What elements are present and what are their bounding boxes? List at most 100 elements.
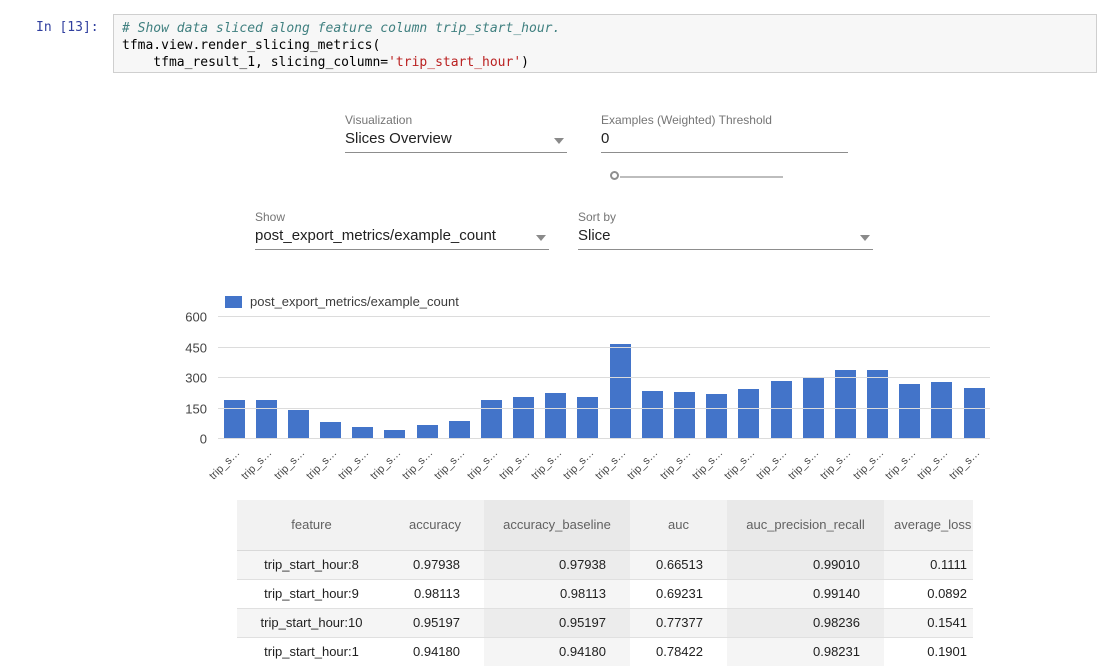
bar-slot: trip_s… — [636, 317, 668, 439]
table-row[interactable]: trip_start_hour:90.981130.981130.692310.… — [237, 579, 973, 608]
y-tick-label: 0 — [200, 432, 207, 447]
metric-cell: 0.97938 — [484, 550, 630, 579]
code-editor[interactable]: # Show data sliced along feature column … — [122, 20, 1088, 71]
sort-by-value: Slice — [578, 227, 611, 244]
x-tick-label: trip_s… — [529, 447, 564, 482]
gridline — [218, 316, 990, 317]
chevron-down-icon[interactable] — [536, 235, 546, 241]
gridline — [218, 347, 990, 348]
bar[interactable] — [256, 400, 277, 439]
bar-slot: trip_s… — [508, 317, 540, 439]
feature-cell: trip_start_hour:8 — [237, 550, 386, 579]
metric-cell: 0.98231 — [727, 637, 884, 666]
chevron-down-icon[interactable] — [860, 235, 870, 241]
show-metric-dropdown[interactable]: post_export_metrics/example_count — [255, 226, 549, 250]
gridline — [218, 377, 990, 378]
x-tick-label: trip_s… — [465, 447, 500, 482]
table-row[interactable]: trip_start_hour:10.941800.941800.784220.… — [237, 637, 973, 666]
visualization-label: Visualization — [345, 113, 412, 127]
x-tick-label: trip_s… — [336, 447, 371, 482]
table-row[interactable]: trip_start_hour:80.979380.979380.665130.… — [237, 550, 973, 579]
metric-cell: 0.69231 — [630, 579, 727, 608]
x-tick-label: trip_s… — [593, 447, 628, 482]
metric-cell: 0.98236 — [727, 608, 884, 637]
bar-slot: trip_s… — [411, 317, 443, 439]
y-tick-label: 150 — [185, 401, 207, 416]
cell-prompt: In [13]: — [36, 20, 99, 35]
bar-slot: trip_s… — [733, 317, 765, 439]
bar[interactable] — [964, 388, 985, 439]
feature-cell: trip_start_hour:9 — [237, 579, 386, 608]
x-tick-label: trip_s… — [819, 447, 854, 482]
bar-slot: trip_s… — [475, 317, 507, 439]
x-tick-label: trip_s… — [658, 447, 693, 482]
y-tick-label: 600 — [185, 310, 207, 325]
feature-cell: trip_start_hour:1 — [237, 637, 386, 666]
x-tick-label: trip_s… — [690, 447, 725, 482]
threshold-label: Examples (Weighted) Threshold — [601, 113, 772, 127]
bar[interactable] — [481, 400, 502, 439]
column-header[interactable]: auc — [630, 500, 727, 550]
x-tick-label: trip_s… — [626, 447, 661, 482]
threshold-slider[interactable] — [610, 170, 783, 184]
bar[interactable] — [674, 392, 695, 439]
metric-cell: 0.98113 — [484, 579, 630, 608]
bar[interactable] — [320, 422, 341, 439]
bar[interactable] — [706, 394, 727, 439]
metric-cell: 0.77377 — [630, 608, 727, 637]
bar-slot: trip_s… — [250, 317, 282, 439]
visualization-dropdown[interactable]: Slices Overview — [345, 129, 567, 153]
feature-cell: trip_start_hour:10 — [237, 608, 386, 637]
chevron-down-icon[interactable] — [554, 138, 564, 144]
slider-knob[interactable] — [610, 171, 619, 180]
y-tick-label: 300 — [185, 371, 207, 386]
legend-swatch — [225, 296, 242, 308]
sort-by-label: Sort by — [578, 210, 616, 224]
x-tick-label: trip_s… — [272, 447, 307, 482]
bar[interactable] — [835, 370, 856, 439]
code-line: tfma.view.render_slicing_metrics( — [122, 38, 380, 53]
bar-slot: trip_s… — [701, 317, 733, 439]
metric-cell: 0.1541 — [884, 608, 973, 637]
column-header[interactable]: average_loss — [884, 500, 973, 550]
x-tick-label: trip_s… — [722, 447, 757, 482]
metric-cell: 0.98113 — [386, 579, 484, 608]
y-axis: 0150300450600 — [147, 317, 207, 439]
bar-slot: trip_s… — [379, 317, 411, 439]
bar[interactable] — [771, 381, 792, 439]
table-body: trip_start_hour:80.979380.979380.665130.… — [237, 550, 973, 666]
code-cell[interactable]: # Show data sliced along feature column … — [113, 14, 1097, 73]
bar[interactable] — [738, 389, 759, 439]
bar[interactable] — [642, 391, 663, 439]
bar[interactable] — [224, 400, 245, 439]
bar[interactable] — [288, 410, 309, 439]
bar-slot: trip_s… — [797, 317, 829, 439]
x-tick-label: trip_s… — [851, 447, 886, 482]
legend-label: post_export_metrics/example_count — [250, 294, 459, 309]
bar-slot: trip_s… — [765, 317, 797, 439]
sort-by-dropdown[interactable]: Slice — [578, 226, 873, 250]
bar[interactable] — [449, 421, 470, 439]
table-row[interactable]: trip_start_hour:100.951970.951970.773770… — [237, 608, 973, 637]
slider-track[interactable] — [620, 176, 783, 178]
bar[interactable] — [513, 397, 534, 439]
column-header[interactable]: accuracy_baseline — [484, 500, 630, 550]
column-header[interactable]: auc_precision_recall — [727, 500, 884, 550]
bar-slot: trip_s… — [315, 317, 347, 439]
bar[interactable] — [867, 370, 888, 439]
x-tick-label: trip_s… — [400, 447, 435, 482]
bar[interactable] — [417, 425, 438, 439]
bar-slot: trip_s… — [347, 317, 379, 439]
column-header[interactable]: accuracy — [386, 500, 484, 550]
bar[interactable] — [899, 384, 920, 439]
bar-slot: trip_s… — [443, 317, 475, 439]
threshold-input[interactable]: 0 — [601, 129, 848, 153]
x-tick-label: trip_s… — [239, 447, 274, 482]
bar[interactable] — [610, 344, 631, 439]
column-header[interactable]: feature — [237, 500, 386, 550]
bar[interactable] — [545, 393, 566, 439]
bar[interactable] — [577, 397, 598, 439]
bar-slot: trip_s… — [861, 317, 893, 439]
bar[interactable] — [931, 382, 952, 439]
bar-slot: trip_s… — [894, 317, 926, 439]
